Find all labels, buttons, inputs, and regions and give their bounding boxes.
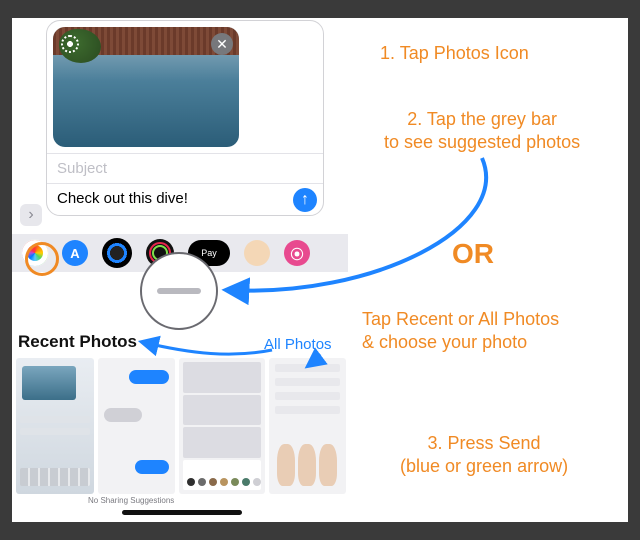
photo-thumbnail[interactable] xyxy=(16,358,94,494)
memoji-app-icon[interactable] xyxy=(244,240,270,266)
drawer-grabber[interactable] xyxy=(157,288,201,294)
annotation-step-2: 2. Tap the grey bar to see suggested pho… xyxy=(384,108,580,154)
subject-field[interactable]: Subject xyxy=(47,153,323,183)
annotation-or: OR xyxy=(452,236,494,272)
compose-bubble: ✕ Subject Check out this dive! xyxy=(46,20,324,216)
photo-thumbnail[interactable] xyxy=(98,358,176,494)
more-apps-icon[interactable]: ⦿ xyxy=(284,240,310,266)
no-suggestions-label: No Sharing Suggestions xyxy=(88,496,174,505)
attached-photo[interactable]: ✕ xyxy=(53,27,239,147)
annotation-step-3: Tap Recent or All Photos & choose your p… xyxy=(362,308,559,354)
camera-app-icon[interactable] xyxy=(102,238,132,268)
grabber-highlight xyxy=(140,252,218,330)
imessage-compose-screen: ✕ Subject Check out this dive! › A Pay ⦿ xyxy=(12,18,348,522)
expand-apps-button[interactable]: › xyxy=(20,204,42,226)
photo-thumbnail[interactable] xyxy=(179,358,265,494)
recent-photos-heading[interactable]: Recent Photos xyxy=(18,332,137,352)
remove-attachment-button[interactable]: ✕ xyxy=(211,33,233,55)
color-circles xyxy=(187,478,261,486)
annotation-step-1: 1. Tap Photos Icon xyxy=(380,42,529,65)
message-field[interactable]: Check out this dive! xyxy=(47,183,323,215)
send-button[interactable] xyxy=(293,188,317,212)
all-photos-link[interactable]: All Photos xyxy=(264,336,332,353)
recent-photos-grid xyxy=(16,358,346,494)
live-photo-icon xyxy=(61,35,79,53)
highlight-circle xyxy=(25,242,59,276)
photo-thumbnail[interactable] xyxy=(269,358,347,494)
app-store-icon[interactable]: A xyxy=(62,240,88,266)
message-text: Check out this dive! xyxy=(57,190,188,207)
home-indicator[interactable] xyxy=(122,510,242,515)
annotation-step-4: 3. Press Send (blue or green arrow) xyxy=(400,432,568,478)
